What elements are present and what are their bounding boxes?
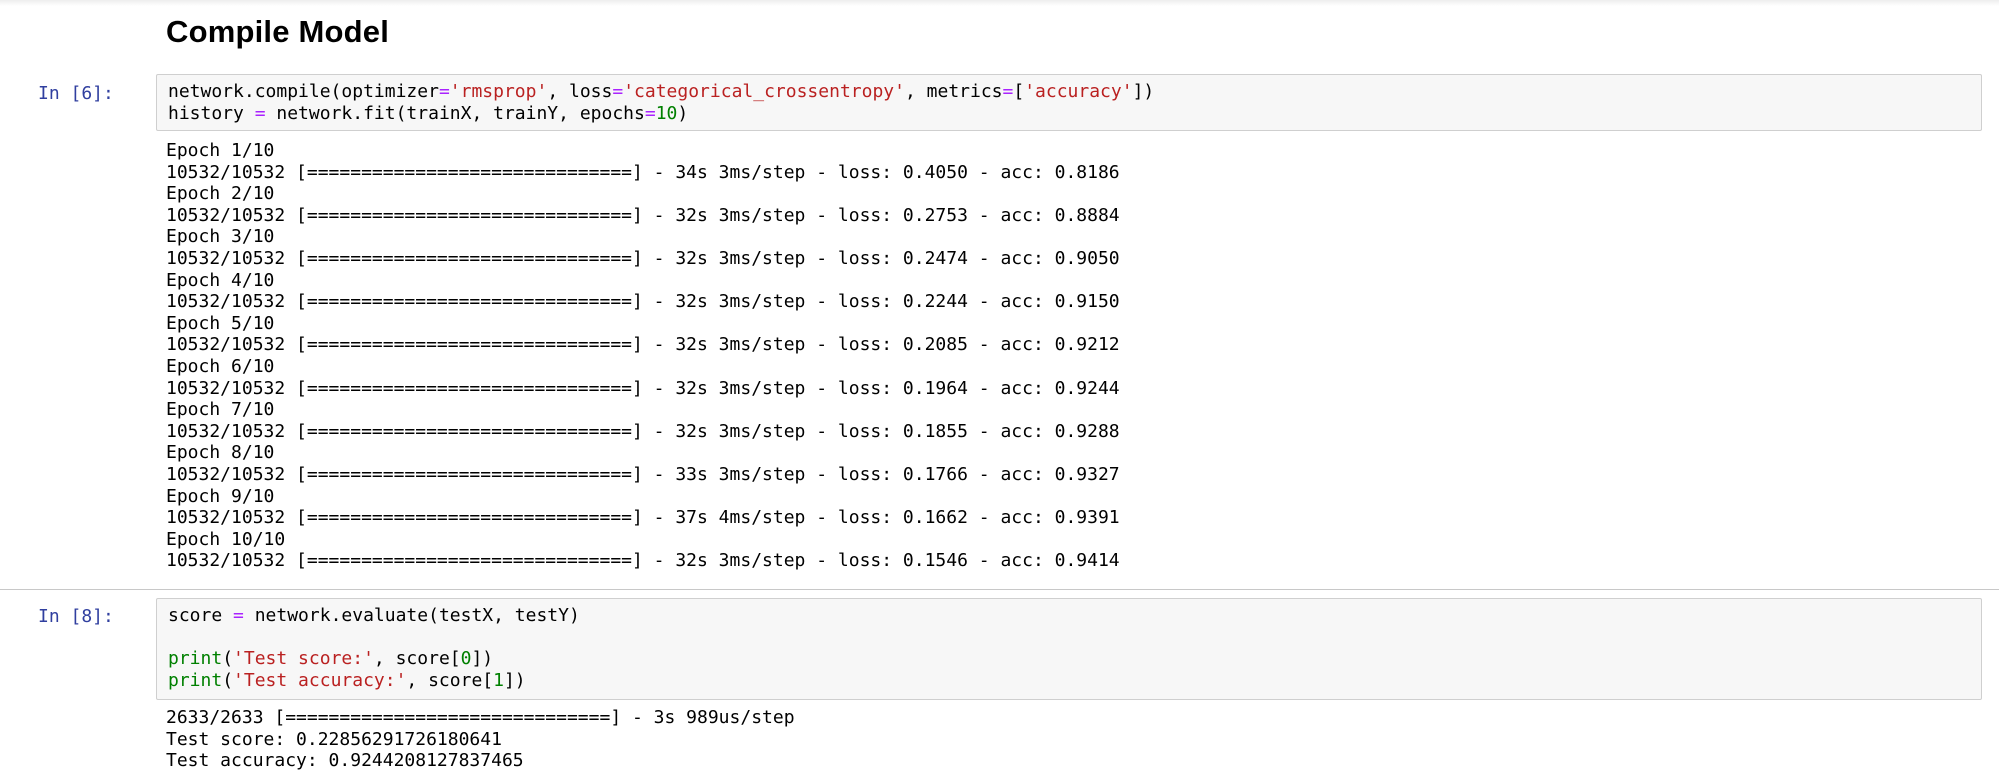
code-token: = [612, 81, 624, 102]
code-token: 'Test accuracy:' [233, 669, 407, 691]
output-line: 10532/10532 [===========================… [166, 204, 1120, 226]
code-token: 0 [460, 648, 472, 670]
top-edge-shadow [0, 0, 1999, 6]
code-token: ( [222, 648, 234, 670]
code-line: print('Test accuracy:', score[1]) [168, 670, 526, 691]
code-token: ]) [471, 648, 494, 670]
output-line: 10532/10532 [===========================… [166, 161, 1120, 183]
code-line: network.compile(optimizer='rmsprop', los… [168, 81, 1154, 102]
code-token: = [644, 102, 656, 124]
cell-output: Epoch 1/10 10532/10532 [=================… [166, 140, 1120, 572]
code-line: history = network.fit(trainX, trainY, ep… [168, 103, 688, 124]
code-token: print [168, 669, 223, 691]
code-token: = [438, 81, 450, 102]
code-token: 'Test score:' [233, 648, 374, 670]
output-line: 10532/10532 [===========================… [166, 377, 1120, 399]
code-token: , score[ [406, 669, 494, 691]
code-text[interactable]: network.compile(optimizer='rmsprop', los… [157, 75, 1981, 130]
code-token: , loss [547, 81, 613, 102]
output-line: 10532/10532 [===========================… [166, 247, 1120, 269]
code-token: network.compile(optimizer [168, 81, 439, 102]
output-line: Epoch 5/10 [166, 312, 275, 334]
output-line: Epoch 4/10 [166, 269, 275, 291]
output-line: Test accuracy: 0.9244208127837465 [166, 750, 524, 772]
output-line: Epoch 3/10 [166, 226, 275, 248]
code-token: 'categorical_crossentropy' [623, 81, 905, 102]
code-token: ]) [503, 669, 526, 691]
code-token: , score[ [373, 648, 461, 670]
code-line: score = network.evaluate(testX, testY) [168, 605, 580, 626]
code-token: ( [222, 669, 234, 691]
output-line: Epoch 8/10 [166, 442, 275, 464]
code-token: = [233, 605, 244, 626]
output-line: Epoch 6/10 [166, 355, 275, 377]
input-prompt: In [6]: [38, 83, 114, 104]
code-token: 'rmsprop' [449, 81, 548, 102]
code-token: ]) [1132, 81, 1155, 102]
output-line: 10532/10532 [===========================… [166, 463, 1120, 485]
code-token: = [254, 102, 266, 124]
code-token: 1 [493, 669, 504, 691]
output-line: 10532/10532 [===========================… [166, 334, 1120, 356]
code-line: print('Test score:', score[0]) [168, 648, 493, 669]
code-token: , metrics [904, 81, 1003, 102]
cell-output: 2633/2633 [=============================… [166, 707, 795, 772]
output-line: 10532/10532 [===========================… [166, 550, 1120, 572]
input-prompt: In [8]: [38, 606, 114, 627]
code-token: = [1002, 81, 1014, 102]
code-token: network.fit(trainX, trainY, epochs [265, 102, 645, 124]
code-editor[interactable]: score = network.evaluate(testX, testY) p… [156, 598, 1982, 700]
code-token: 10 [655, 102, 678, 124]
output-line: Epoch 2/10 [166, 183, 275, 205]
output-line: 10532/10532 [===========================… [166, 420, 1120, 442]
notebook-cell-6[interactable]: In [6]: network.compile(optimizer='rmspr… [0, 74, 1999, 582]
output-line: Epoch 7/10 [166, 399, 275, 421]
code-editor[interactable]: network.compile(optimizer='rmsprop', los… [156, 74, 1982, 131]
output-line: 10532/10532 [===========================… [166, 507, 1120, 529]
code-token: history [168, 102, 255, 124]
code-token: score [168, 605, 234, 626]
notebook-cell-8[interactable]: In [8]: score = network.evaluate(testX, … [0, 589, 1999, 780]
code-token: 'accuracy' [1024, 81, 1133, 102]
output-line: Test score: 0.22856291726180641 [166, 728, 502, 750]
markdown-heading: Compile Model [166, 14, 390, 49]
code-token: ) [677, 102, 689, 124]
code-token: print [168, 648, 223, 670]
code-token: [ [1013, 81, 1025, 102]
code-token: network.evaluate(testX, testY) [243, 605, 580, 626]
code-text[interactable]: score = network.evaluate(testX, testY) p… [157, 599, 1981, 697]
output-line: Epoch 9/10 [166, 485, 275, 507]
output-line: Epoch 10/10 [166, 528, 286, 550]
output-line: Epoch 1/10 [166, 140, 275, 161]
output-line: 10532/10532 [===========================… [166, 291, 1120, 313]
output-line: 2633/2633 [=============================… [166, 707, 795, 728]
